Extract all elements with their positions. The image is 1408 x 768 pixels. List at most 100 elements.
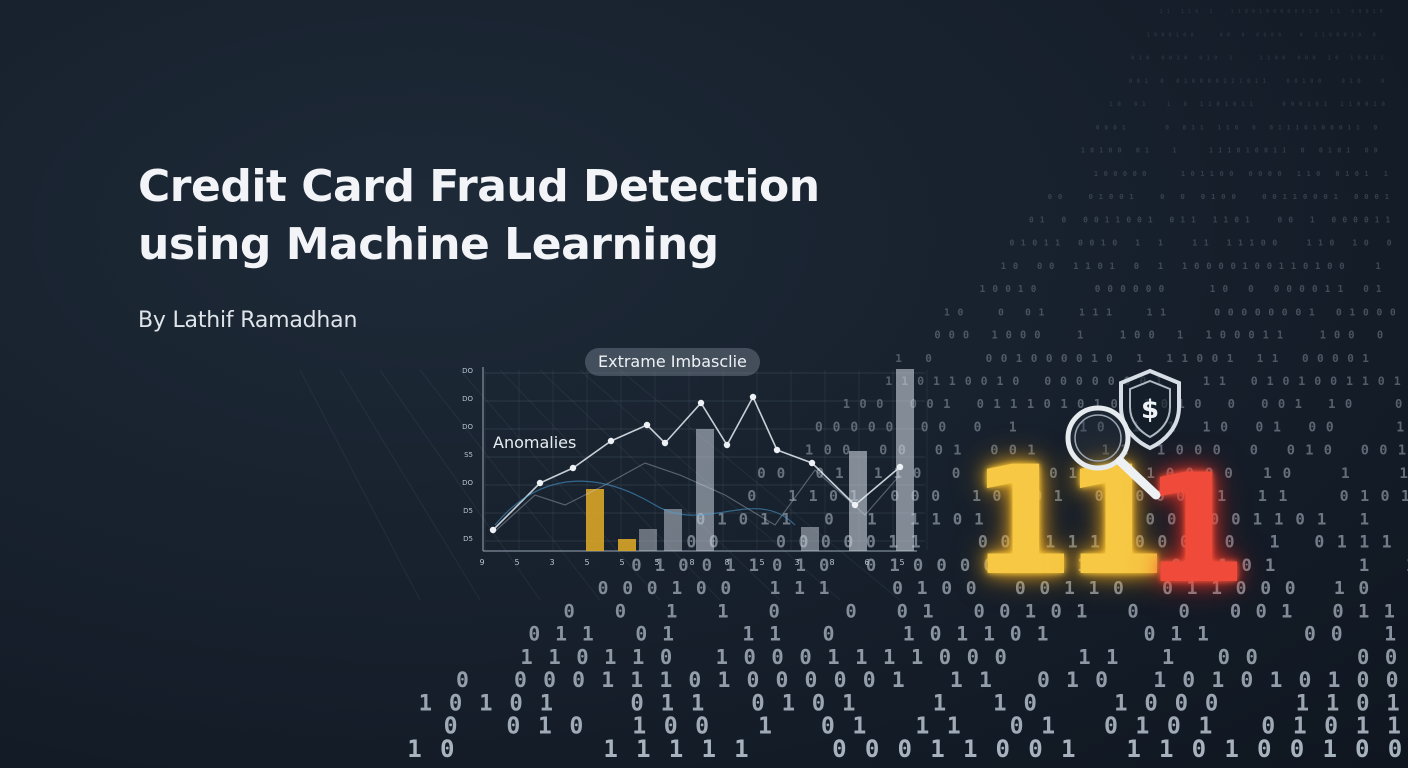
binary-digit: 0	[1255, 307, 1261, 318]
binary-digit: 1	[1291, 262, 1296, 272]
binary-digit: 1	[1328, 397, 1335, 411]
binary-digit: 1	[1077, 330, 1083, 342]
binary-digit: 0	[1025, 307, 1031, 318]
binary-digit: 1	[883, 645, 895, 669]
binary-digit: 0	[1170, 215, 1175, 224]
binary-digit: 1	[1359, 556, 1369, 576]
binary-digit: 1	[758, 713, 772, 740]
binary-digit: 0	[506, 713, 520, 740]
binary-digit: 1	[671, 578, 682, 599]
binary-digit: 0	[1378, 374, 1385, 388]
binary-digit: 0	[1358, 56, 1361, 62]
binary-digit: 0	[897, 601, 908, 622]
binary-digit: 1	[717, 601, 728, 622]
binary-digit: 0	[1129, 79, 1133, 85]
binary-digit: 0	[1376, 307, 1382, 318]
binary-digit: 1	[794, 578, 805, 599]
chart-point	[697, 399, 705, 407]
binary-digit: 0	[1137, 215, 1142, 224]
binary-digit: 1	[1180, 215, 1185, 224]
binary-digit: 0	[768, 601, 779, 622]
binary-digit: 1	[1356, 124, 1360, 131]
binary-digit: 0	[1316, 170, 1320, 178]
binary-digit: 1	[1200, 124, 1204, 131]
binary-digit: 1	[1066, 668, 1079, 693]
binary-digit: 0	[1220, 330, 1226, 342]
binary-digit: 1	[479, 690, 492, 716]
binary-digit: 1	[1226, 124, 1230, 131]
binary-digit: 0	[1028, 735, 1043, 763]
binary-digit: 0	[1190, 170, 1194, 178]
binary-digit: 0	[898, 735, 913, 763]
binary-digit: 1	[1162, 645, 1174, 669]
binary-digit: 0	[1374, 147, 1378, 155]
binary-digit: 1	[1345, 170, 1349, 178]
binary-digit: 1	[1318, 238, 1323, 248]
binary-digit: 1	[1373, 9, 1376, 15]
binary-digit: 0	[1006, 330, 1012, 342]
binary-digit: 0	[1245, 9, 1248, 15]
binary-digit: 1	[1315, 262, 1320, 272]
binary-digit: 1	[1327, 56, 1330, 62]
binary-digit: 1	[1272, 352, 1279, 365]
fraud-detection-graphic: 1 1 1 $	[960, 365, 1247, 605]
binary-digit: 0	[576, 645, 588, 669]
binary-digit: 0	[1266, 9, 1269, 15]
binary-digit: 0	[1088, 192, 1092, 201]
binary-digit: 0	[1277, 170, 1281, 178]
binary-digit: 0	[986, 352, 993, 365]
binary-digit: 0	[1229, 170, 1233, 178]
x-tick-label: 8	[724, 558, 729, 567]
binary-digit: 0	[1326, 421, 1334, 436]
binary-digit: 1	[950, 668, 963, 693]
binary-digit: 0	[1385, 645, 1397, 669]
binary-digit: 1	[548, 645, 560, 669]
binary-digit: 0	[1161, 56, 1164, 62]
binary-digit: 1	[1160, 307, 1166, 318]
binary-digit: 0	[1095, 284, 1101, 295]
binary-digit: 0	[967, 645, 979, 669]
binary-digit: 0	[1285, 578, 1296, 599]
chart-bar	[896, 369, 914, 551]
binary-digit: 1	[1142, 102, 1146, 108]
binary-digit: 0	[1106, 352, 1113, 365]
binary-digit: 1	[917, 578, 928, 599]
binary-digit: 0	[1131, 56, 1134, 62]
x-tick-label: 5	[654, 558, 659, 567]
binary-digit: 1	[1267, 56, 1270, 62]
x-tick-label: 5	[899, 558, 904, 567]
binary-digit: 1	[1297, 170, 1301, 178]
binary-digit: 0	[1061, 352, 1068, 365]
binary-digit: 1	[1209, 9, 1212, 15]
binary-digit: 1	[1191, 215, 1196, 224]
binary-digit: 0	[1310, 79, 1314, 85]
binary-digit: 0	[1344, 33, 1347, 39]
binary-digit: 1	[1279, 262, 1284, 272]
chart-point	[643, 421, 651, 429]
binary-digit: 1	[1281, 601, 1292, 622]
binary-digit: 1	[993, 690, 1006, 716]
binary-digit: 1	[922, 601, 933, 622]
binary-digit: 0	[1137, 79, 1141, 85]
binary-digit: 0	[1334, 330, 1340, 342]
binary-digit: 1	[1225, 102, 1229, 108]
binary-digit: 0	[1248, 330, 1254, 342]
binary-digit: 1	[1349, 102, 1353, 108]
binary-digit: 0	[1314, 374, 1321, 388]
binary-digit: 1	[419, 690, 432, 716]
chart-point	[723, 441, 731, 449]
binary-digit: 1	[1176, 56, 1179, 62]
binary-digit: 0	[1261, 238, 1266, 248]
binary-digit: 0	[939, 645, 951, 669]
binary-digit: 0	[1332, 215, 1337, 224]
binary-digit: 1	[1197, 623, 1209, 646]
binary-digit: 1	[855, 645, 867, 669]
binary-digit: 1	[1382, 533, 1392, 552]
binary-digit: 0	[1348, 330, 1354, 342]
binary-digit: 1	[769, 623, 781, 646]
binary-digit: 1	[1373, 56, 1376, 62]
binary-digit: 0	[1278, 215, 1283, 224]
binary-digit: 0	[1029, 215, 1034, 224]
binary-digit: 1	[1207, 56, 1210, 62]
binary-digit: 1	[1380, 56, 1383, 62]
